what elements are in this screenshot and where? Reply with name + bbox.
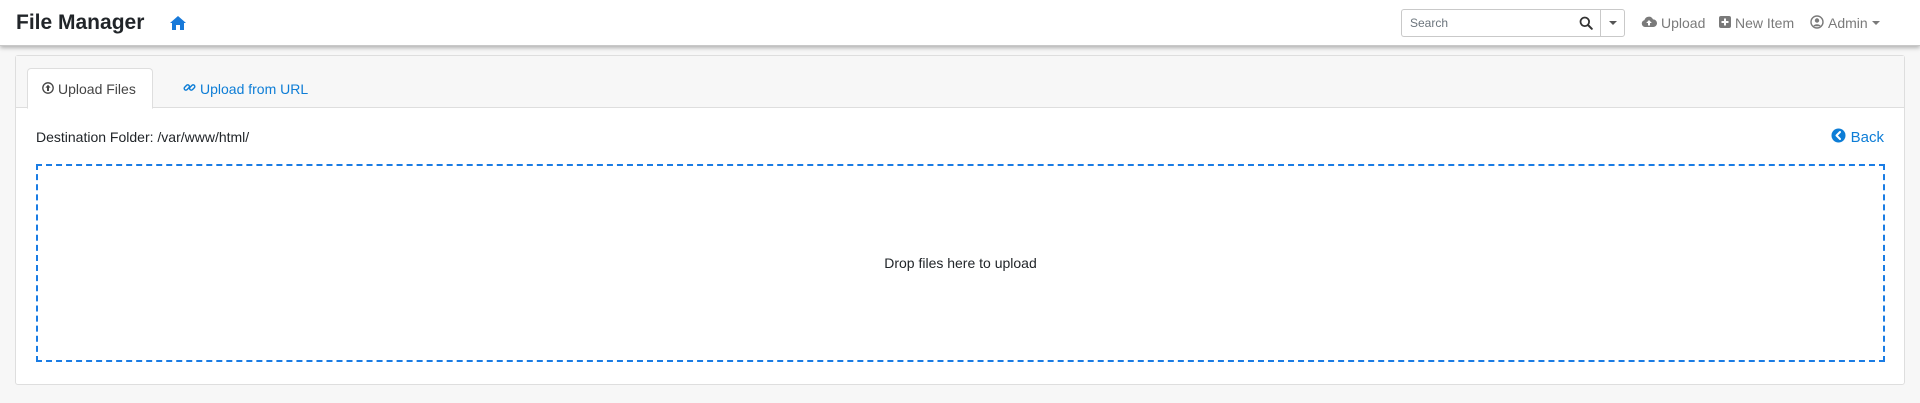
home-icon[interactable] — [169, 14, 187, 32]
nav-new-item-link[interactable]: New Item — [1719, 0, 1794, 46]
back-button[interactable]: Back — [1831, 128, 1884, 147]
search-options-button[interactable] — [1600, 9, 1625, 37]
plus-square-icon — [1719, 15, 1731, 31]
chevron-left-circle-icon — [1831, 128, 1846, 147]
upload-circle-icon — [42, 81, 54, 97]
tab-upload-files[interactable]: Upload Files — [27, 68, 153, 109]
chevron-down-icon — [1608, 21, 1617, 25]
nav-upload-label: Upload — [1661, 15, 1706, 31]
app-brand[interactable]: File Manager — [16, 10, 144, 36]
nav-upload-link[interactable]: Upload — [1641, 0, 1705, 46]
link-icon — [183, 81, 196, 97]
upload-card: Upload Files Upload from URL Destination… — [15, 55, 1905, 385]
search-group — [1401, 9, 1625, 37]
destination-folder: Destination Folder: /var/www/html/ — [36, 129, 250, 145]
search-input[interactable] — [1401, 9, 1600, 37]
back-label: Back — [1850, 129, 1884, 146]
top-navbar: File Manager Upload — [0, 0, 1920, 46]
nav-admin-label: Admin — [1828, 15, 1868, 31]
file-dropzone[interactable]: Drop files here to upload — [36, 164, 1885, 362]
tab-upload-from-url-label: Upload from URL — [200, 80, 309, 97]
cloud-upload-icon — [1641, 15, 1658, 31]
user-circle-icon — [1810, 14, 1824, 32]
upload-tabs: Upload Files Upload from URL — [16, 56, 1904, 109]
dropzone-text: Drop files here to upload — [884, 255, 1037, 271]
nav-new-item-label: New Item — [1735, 15, 1795, 31]
chevron-down-icon — [1871, 21, 1880, 25]
search-icon[interactable] — [1572, 9, 1600, 37]
tab-upload-files-label: Upload Files — [58, 80, 136, 97]
nav-admin-menu[interactable]: Admin — [1810, 0, 1880, 46]
tab-upload-from-url[interactable]: Upload from URL — [171, 68, 320, 109]
